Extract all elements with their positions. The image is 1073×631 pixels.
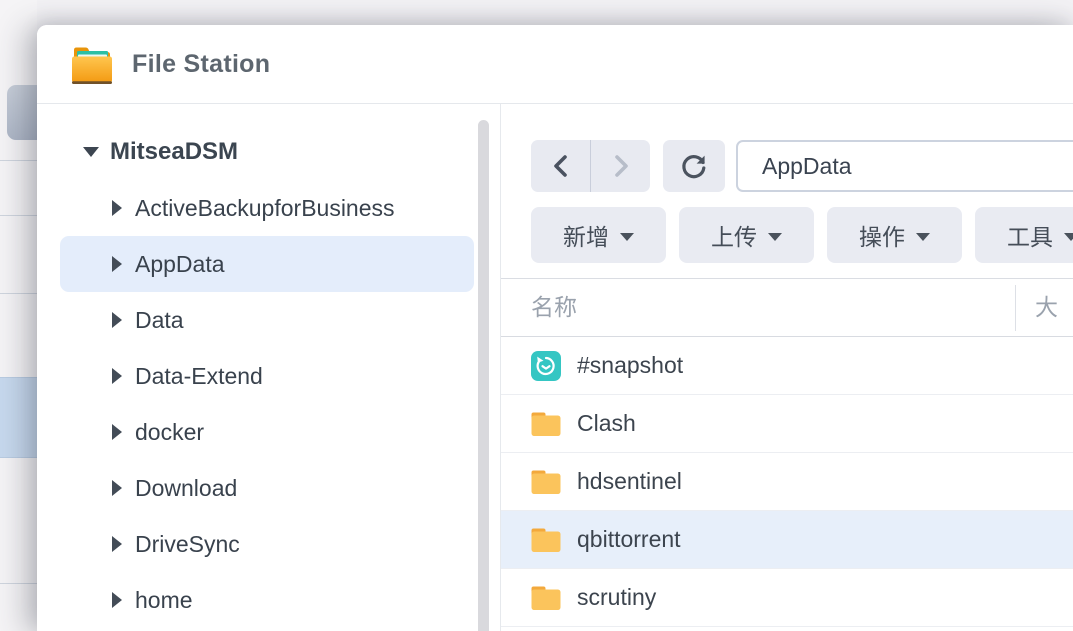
sidebar-item-label: Data-Extend — [135, 363, 263, 390]
column-header-name[interactable]: 名称 — [531, 279, 577, 336]
snapshot-icon — [531, 351, 561, 381]
triangle-right-icon[interactable] — [112, 200, 122, 216]
background-window — [0, 0, 37, 631]
triangle-right-icon[interactable] — [112, 480, 122, 496]
sidebar-item-drivesync[interactable]: DriveSync — [37, 516, 500, 572]
chevron-left-icon — [550, 153, 572, 179]
sidebar-item-appdata[interactable]: AppData — [60, 236, 474, 292]
background-button — [7, 85, 37, 140]
forward-button[interactable] — [590, 140, 650, 192]
file-station-app-icon — [69, 43, 115, 87]
background-row-divider — [0, 583, 37, 584]
sidebar-item-label: Download — [135, 475, 237, 502]
triangle-right-icon[interactable] — [112, 536, 122, 552]
file-station-window: File Station MitseaDSM ActiveBackupforBu… — [37, 25, 1073, 631]
path-value: AppData — [762, 153, 852, 179]
refresh-button[interactable] — [663, 140, 725, 192]
new-button[interactable]: 新增 — [531, 207, 666, 263]
sidebar-item-data[interactable]: Data — [37, 292, 500, 348]
column-divider[interactable] — [1015, 285, 1016, 331]
sidebar-item-download[interactable]: Download — [37, 460, 500, 516]
caret-down-icon — [916, 233, 930, 241]
path-input[interactable]: AppData — [736, 140, 1073, 192]
sidebar-item-label: docker — [135, 419, 204, 446]
file-list: #snapshot Clash hdsent — [501, 337, 1073, 627]
sidebar-item-label: MitseaDSM — [110, 138, 238, 166]
triangle-down-icon[interactable] — [83, 147, 99, 157]
file-row-snapshot[interactable]: #snapshot — [501, 337, 1073, 395]
background-row-divider — [0, 160, 37, 161]
sidebar-item-label: Data — [135, 307, 184, 334]
file-name: qbittorrent — [577, 526, 681, 553]
caret-down-icon — [620, 233, 634, 241]
sidebar-item-activebackupforbusiness[interactable]: ActiveBackupforBusiness — [37, 180, 500, 236]
action-button-label: 操作 — [859, 218, 905, 252]
page-title: File Station — [132, 25, 270, 104]
sidebar-item-docker[interactable]: docker — [37, 404, 500, 460]
file-name: scrutiny — [577, 584, 656, 611]
caret-down-icon — [768, 233, 782, 241]
triangle-right-icon[interactable] — [112, 256, 122, 272]
upload-button-label: 上传 — [711, 218, 757, 252]
folder-icon — [531, 525, 561, 555]
sidebar-item-home[interactable]: home — [37, 572, 500, 628]
back-button[interactable] — [531, 140, 590, 192]
file-row-qbittorrent[interactable]: qbittorrent — [501, 511, 1073, 569]
folder-icon — [531, 409, 561, 439]
sidebar-item-label: AppData — [135, 251, 225, 278]
file-name: hdsentinel — [577, 468, 682, 495]
chevron-right-icon — [610, 153, 632, 179]
background-row-divider — [0, 215, 37, 216]
triangle-right-icon[interactable] — [112, 368, 122, 384]
file-name: #snapshot — [577, 352, 683, 379]
sidebar-item-root[interactable]: MitseaDSM — [37, 124, 500, 180]
sidebar-scrollbar[interactable] — [478, 120, 489, 631]
triangle-right-icon[interactable] — [112, 312, 122, 328]
list-header: 名称 大小 — [501, 278, 1073, 337]
sidebar-item-label: home — [135, 587, 193, 614]
background-selected-row — [0, 377, 37, 458]
sidebar-item-data-extend[interactable]: Data-Extend — [37, 348, 500, 404]
titlebar: File Station — [37, 25, 1073, 104]
sidebar-item-label: DriveSync — [135, 531, 240, 558]
triangle-right-icon[interactable] — [112, 424, 122, 440]
sidebar-item-label: ActiveBackupforBusiness — [135, 195, 395, 222]
file-row-scrutiny[interactable]: scrutiny — [501, 569, 1073, 627]
refresh-icon — [680, 152, 708, 180]
file-row-clash[interactable]: Clash — [501, 395, 1073, 453]
action-button[interactable]: 操作 — [827, 207, 962, 263]
file-row-hdsentinel[interactable]: hdsentinel — [501, 453, 1073, 511]
sidebar: MitseaDSM ActiveBackupforBusiness AppDat… — [37, 105, 500, 631]
tools-button-label: 工具 — [1007, 218, 1053, 252]
triangle-right-icon[interactable] — [112, 592, 122, 608]
background-row-divider — [0, 293, 37, 294]
history-nav-group — [531, 140, 650, 192]
caret-down-icon — [1064, 233, 1073, 241]
upload-button[interactable]: 上传 — [679, 207, 814, 263]
file-name: Clash — [577, 410, 636, 437]
folder-icon — [531, 467, 561, 497]
folder-icon — [531, 583, 561, 613]
tools-button[interactable]: 工具 — [975, 207, 1073, 263]
new-button-label: 新增 — [563, 218, 609, 252]
main-pane: AppData 新增 上传 操作 工具 名称 大小 — [501, 104, 1073, 631]
